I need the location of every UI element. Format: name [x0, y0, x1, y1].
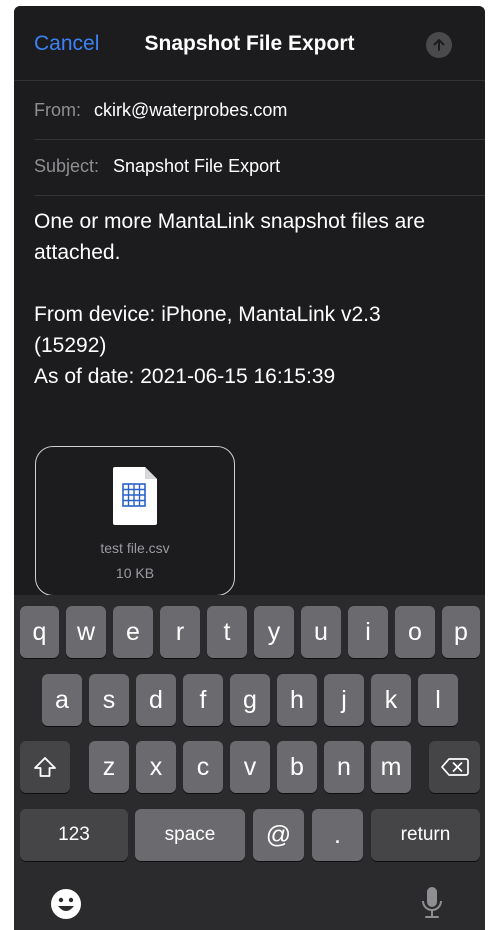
key-x[interactable]: x	[136, 741, 176, 793]
from-field[interactable]: From: ckirk@waterprobes.com	[14, 80, 485, 140]
subject-field[interactable]: Subject: Snapshot File Export	[14, 136, 485, 196]
numbers-key[interactable]: 123	[20, 809, 128, 861]
divider	[34, 195, 485, 196]
key-c[interactable]: c	[183, 741, 223, 793]
body-date-line: As of date: 2021-06-15 16:15:39	[34, 365, 336, 388]
key-t[interactable]: t	[207, 606, 247, 658]
emoji-icon[interactable]	[50, 888, 82, 920]
key-b[interactable]: b	[277, 741, 317, 793]
key-e[interactable]: e	[113, 606, 153, 658]
from-value[interactable]: ckirk@waterprobes.com	[94, 100, 287, 121]
compose-header: Cancel Snapshot File Export	[14, 6, 485, 81]
key-l[interactable]: l	[418, 674, 458, 726]
spreadsheet-file-icon	[113, 467, 157, 525]
space-key[interactable]: space	[135, 809, 245, 861]
compose-title: Snapshot File Export	[144, 32, 355, 55]
key-u[interactable]: u	[301, 606, 341, 658]
key-g[interactable]: g	[230, 674, 270, 726]
arrow-up-icon	[433, 39, 445, 51]
key-m[interactable]: m	[371, 741, 411, 793]
key-q[interactable]: q	[20, 606, 59, 658]
delete-icon	[440, 758, 469, 776]
key-v[interactable]: v	[230, 741, 270, 793]
shift-icon	[34, 757, 56, 777]
key-k[interactable]: k	[371, 674, 411, 726]
key-f[interactable]: f	[183, 674, 223, 726]
attachment-file-size: 10 KB	[115, 565, 155, 581]
microphone-icon[interactable]	[420, 885, 444, 921]
key-d[interactable]: d	[136, 674, 176, 726]
key-j[interactable]: j	[324, 674, 364, 726]
attachment-card[interactable]: test file.csv 10 KB	[35, 446, 235, 596]
key-r[interactable]: r	[160, 606, 200, 658]
key-w[interactable]: w	[66, 606, 106, 658]
from-label: From:	[34, 100, 81, 120]
key-y[interactable]: y	[254, 606, 294, 658]
subject-label: Subject:	[34, 156, 100, 176]
compose-screen: Cancel Snapshot File Export From: ckirk@…	[14, 6, 485, 930]
attachment-file-name: test file.csv	[100, 540, 170, 556]
body-paragraph: One or more MantaLink snapshot files are…	[34, 210, 426, 264]
key-s[interactable]: s	[89, 674, 129, 726]
body-device-line: From device: iPhone, MantaLink v2.3 (152…	[34, 303, 381, 357]
send-button[interactable]	[426, 32, 452, 58]
shift-key[interactable]	[20, 741, 70, 793]
message-body[interactable]: One or more MantaLink snapshot files are…	[34, 206, 454, 392]
delete-key[interactable]	[429, 741, 480, 793]
key-p[interactable]: p	[442, 606, 480, 658]
key-n[interactable]: n	[324, 741, 364, 793]
key-z[interactable]: z	[89, 741, 129, 793]
return-key[interactable]: return	[371, 809, 480, 861]
key-i[interactable]: i	[348, 606, 388, 658]
key-o[interactable]: o	[395, 606, 435, 658]
keyboard: q w e r t y u i o p a s d f g h j k l z …	[14, 595, 485, 930]
period-key[interactable]: .	[312, 809, 363, 861]
key-h[interactable]: h	[277, 674, 317, 726]
subject-value[interactable]: Snapshot File Export	[113, 156, 280, 177]
key-a[interactable]: a	[42, 674, 82, 726]
at-key[interactable]: @	[253, 809, 304, 861]
